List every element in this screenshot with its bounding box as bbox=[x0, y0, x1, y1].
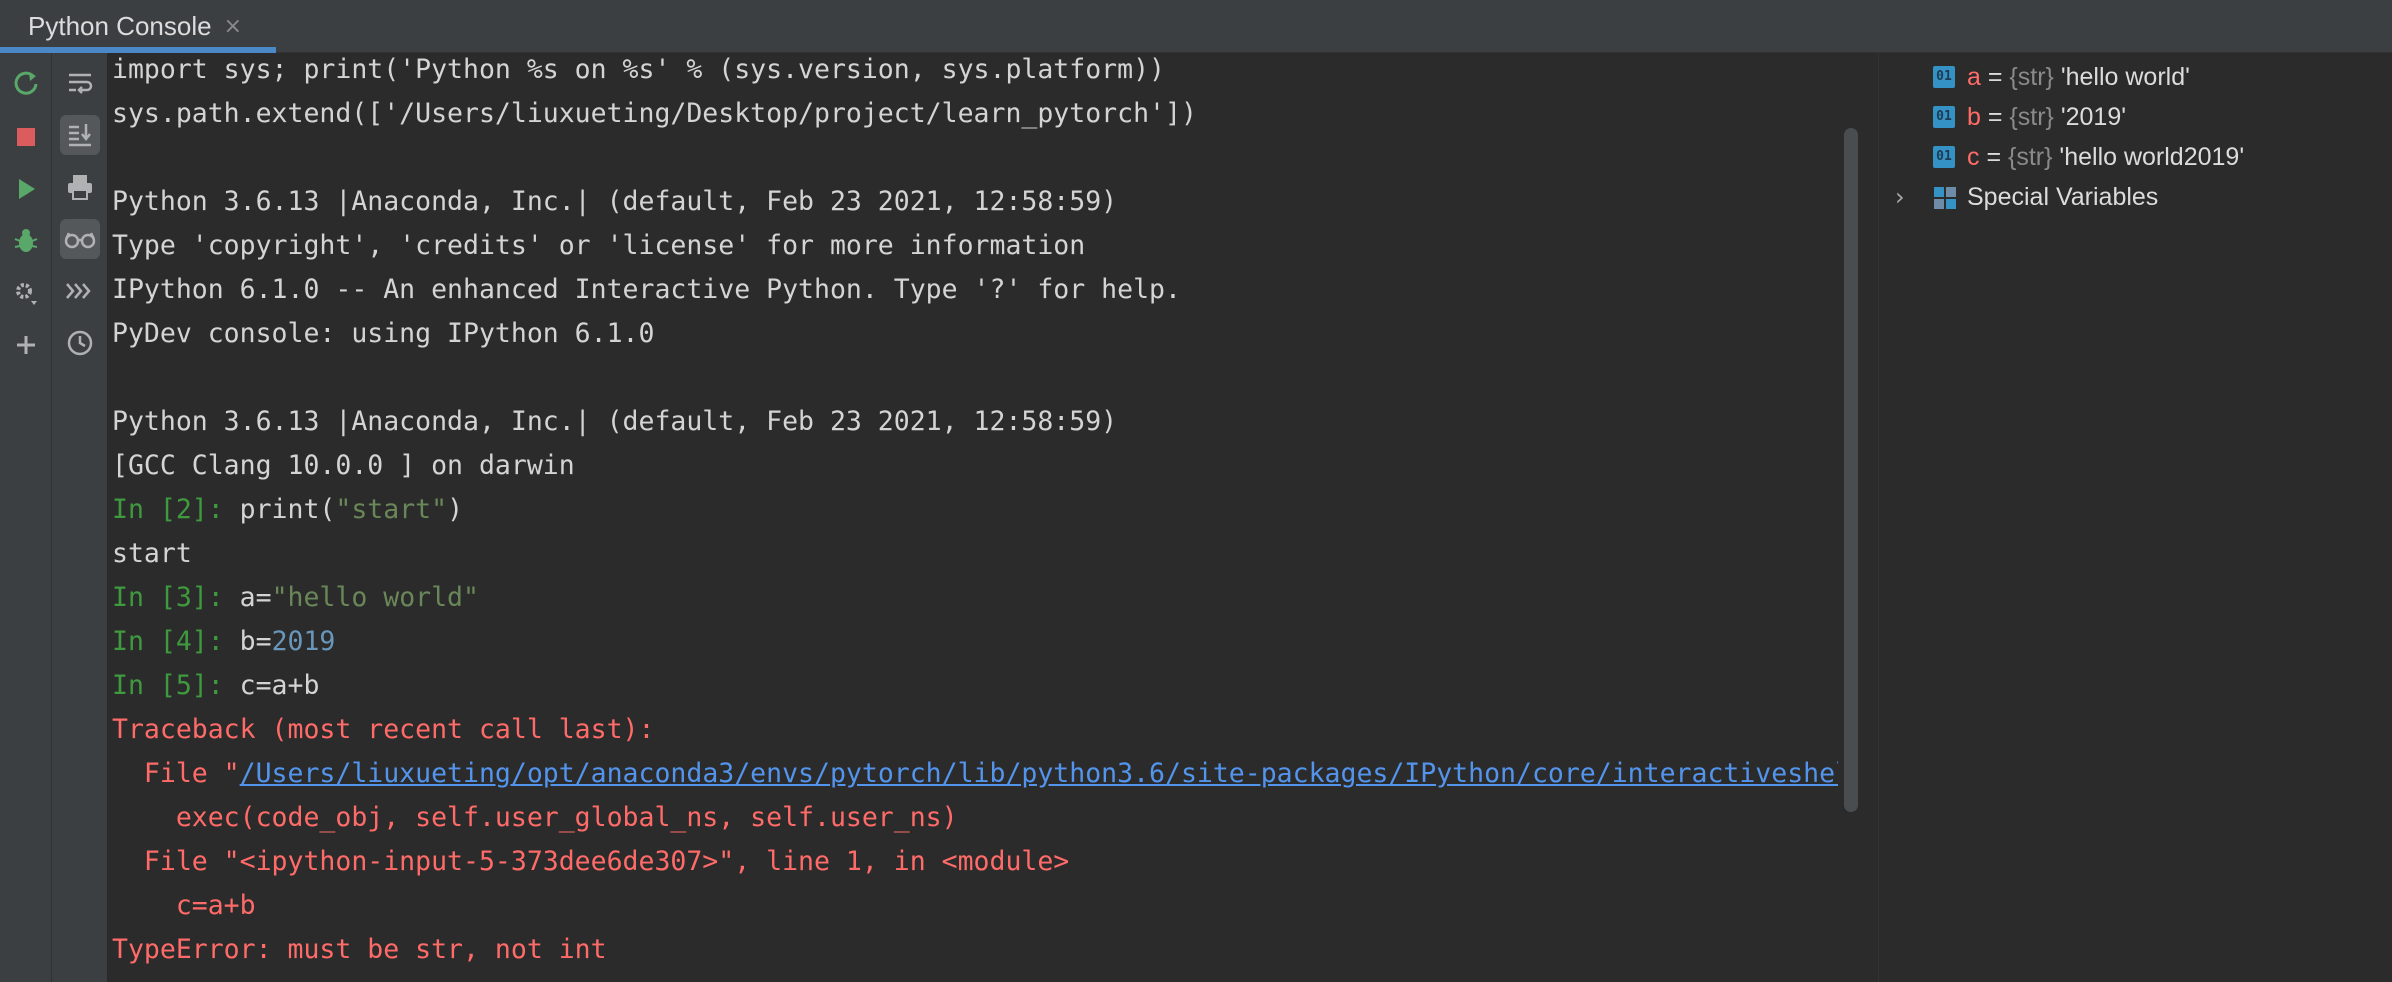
number-literal: 2019 bbox=[271, 626, 336, 657]
console-output[interactable]: import sys; print('Python %s on %s' % (s… bbox=[108, 53, 1838, 982]
variable-row-a[interactable]: 01 a = {str} 'hello world' bbox=[1879, 57, 2392, 97]
input-line-4: In [4]: b=2019 bbox=[112, 620, 335, 664]
code: print( bbox=[239, 494, 336, 525]
special-variables-label: Special Variables bbox=[1967, 183, 2159, 211]
variable-value: 'hello world' bbox=[2053, 63, 2190, 91]
add-icon[interactable] bbox=[6, 325, 46, 365]
string-literal: "start" bbox=[335, 494, 448, 525]
execute-history-icon[interactable] bbox=[60, 271, 100, 311]
prompt: In [2]: bbox=[112, 494, 240, 525]
history-clock-icon[interactable] bbox=[60, 323, 100, 363]
variable-value: '2019' bbox=[2053, 103, 2126, 131]
variable-type: {str} bbox=[2009, 103, 2054, 131]
input-line-5: In [5]: c=a+b bbox=[112, 664, 319, 708]
run-icon[interactable] bbox=[6, 169, 46, 209]
special-variables-icon bbox=[1934, 187, 1956, 209]
code: c=a+b bbox=[239, 670, 320, 701]
console-scrollbar-thumb[interactable] bbox=[1844, 128, 1858, 812]
console-line: [GCC Clang 10.0.0 ] on darwin bbox=[112, 450, 575, 481]
traceback-file-link[interactable]: /Users/liuxueting/opt/anaconda3/envs/pyt… bbox=[240, 758, 1838, 789]
special-variables-row[interactable]: › Special Variables bbox=[1879, 177, 2392, 217]
console-actions-toolbar bbox=[0, 53, 52, 982]
settings-icon[interactable] bbox=[6, 273, 46, 313]
console-line: import sys; print('Python %s on %s' % (s… bbox=[112, 54, 1165, 85]
tool-window-tabbar: Python Console × bbox=[0, 0, 2392, 53]
traceback-code-2: c=a+b bbox=[112, 890, 256, 921]
console-line: Python 3.6.13 |Anaconda, Inc.| (default,… bbox=[112, 406, 1118, 437]
debug-icon[interactable] bbox=[6, 221, 46, 261]
string-variable-icon: 01 bbox=[1933, 106, 1955, 128]
prompt: In [3]: bbox=[112, 582, 240, 613]
print-icon[interactable] bbox=[60, 167, 100, 207]
code: b= bbox=[239, 626, 272, 657]
code: ) bbox=[447, 494, 464, 525]
variable-type: {str} bbox=[2008, 143, 2053, 171]
close-icon[interactable]: × bbox=[224, 14, 242, 39]
input-line-3: In [3]: a="hello world" bbox=[112, 576, 479, 620]
input-line-2: In [2]: print("start") bbox=[112, 488, 463, 532]
scroll-to-end-icon[interactable] bbox=[60, 115, 100, 155]
console-line: sys.path.extend(['/Users/liuxueting/Desk… bbox=[112, 98, 1197, 129]
string-variable-icon: 01 bbox=[1933, 146, 1955, 168]
rerun-icon[interactable] bbox=[6, 63, 46, 103]
traceback-header: Traceback (most recent call last): bbox=[112, 714, 655, 745]
console-line: Type 'copyright', 'credits' or 'license'… bbox=[112, 230, 1086, 261]
console-line: Python 3.6.13 |Anaconda, Inc.| (default,… bbox=[112, 186, 1118, 217]
prompt: In [4]: bbox=[112, 626, 240, 657]
variable-value: 'hello world2019' bbox=[2052, 143, 2245, 171]
variable-row-c[interactable]: 01 c = {str} 'hello world2019' bbox=[1879, 137, 2392, 177]
console-line: PyDev console: using IPython 6.1.0 bbox=[112, 318, 655, 349]
string-literal: "hello world" bbox=[271, 582, 479, 613]
prompt: In [5]: bbox=[112, 670, 240, 701]
show-variables-icon[interactable] bbox=[60, 219, 100, 259]
variable-row-b[interactable]: 01 b = {str} '2019' bbox=[1879, 97, 2392, 137]
code: a= bbox=[239, 582, 272, 613]
traceback-file-2: File "<ipython-input-5-373dee6de307>", l… bbox=[112, 846, 1070, 877]
variable-name: c bbox=[1967, 143, 1980, 171]
tab-python-console[interactable]: Python Console × bbox=[0, 0, 276, 53]
variables-panel: 01 a = {str} 'hello world' 01 b = {str} … bbox=[1878, 53, 2392, 982]
variable-type: {str} bbox=[2009, 63, 2054, 91]
soft-wrap-icon[interactable] bbox=[60, 63, 100, 103]
traceback-prefix: File " bbox=[112, 758, 240, 789]
variable-name: b bbox=[1967, 103, 1981, 131]
output-line: start bbox=[112, 538, 192, 569]
stop-icon[interactable] bbox=[6, 117, 46, 157]
traceback-file-1: File "/Users/liuxueting/opt/anaconda3/en… bbox=[112, 752, 1838, 796]
traceback-code-1: exec(code_obj, self.user_global_ns, self… bbox=[112, 802, 958, 833]
tab-label: Python Console bbox=[28, 11, 212, 41]
chevron-right-icon[interactable]: › bbox=[1895, 177, 1905, 217]
error-message: TypeError: must be str, not int bbox=[112, 934, 607, 965]
variable-name: a bbox=[1967, 63, 1981, 91]
console-view-toolbar bbox=[52, 53, 108, 982]
console-line: IPython 6.1.0 -- An enhanced Interactive… bbox=[112, 274, 1181, 305]
string-variable-icon: 01 bbox=[1933, 66, 1955, 88]
